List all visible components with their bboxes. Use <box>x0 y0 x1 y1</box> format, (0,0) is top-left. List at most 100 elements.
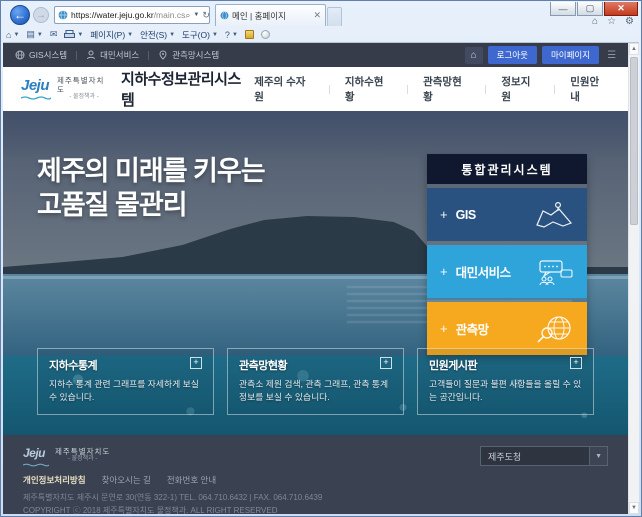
browser-tab-row: ← → https://water.jeju.go.kr/main.cs ⌕ ▼… <box>3 4 639 26</box>
home-button[interactable]: ⌂ <box>465 47 483 64</box>
safety-menu[interactable]: 안전(S) ▼ <box>140 29 175 41</box>
site-logo[interactable]: Jeju 제주특별자치도 - 물정책과 - <box>21 77 111 101</box>
addon-icon[interactable] <box>261 30 270 39</box>
safety-menu-label: 안전(S) <box>140 29 167 41</box>
gis-button-label: GIS <box>456 208 476 222</box>
mypage-button[interactable]: 마이페이지 <box>542 46 599 64</box>
divider <box>554 85 555 94</box>
chevron-down-icon: ▼ <box>77 32 83 38</box>
maximize-button[interactable]: ▢ <box>577 2 603 16</box>
tools-menu-label: 도구(O) <box>182 29 210 41</box>
close-window-button[interactable]: ✕ <box>604 2 638 16</box>
printer-icon <box>64 30 75 39</box>
forward-arrow-icon: → <box>36 10 46 21</box>
page-menu[interactable]: 페이지(P) ▼ <box>90 29 133 41</box>
scrollbar-thumb[interactable] <box>630 57 638 225</box>
site-header: Jeju 제주특별자치도 - 물정책과 - 지하수정보관리시스템 제주의 수자원… <box>3 67 628 111</box>
hero-heading: 제주의 미래를 키우는 고품질 물관리 <box>37 155 265 223</box>
feature-box-groundwater-stats[interactable]: 지하수통계 + 지하수 통계 관련 그래프를 자세하게 보실 수 있습니다. <box>37 348 214 415</box>
page-scrollbar[interactable]: ▲ ▼ <box>628 43 639 514</box>
nav-item-civil-guide[interactable]: 민원안내 <box>568 74 610 104</box>
favorites-star-icon[interactable]: ☆ <box>607 16 616 27</box>
logo-dept-name: - 물정책과 - <box>55 456 110 463</box>
jeju-logo-text: Jeju <box>23 446 45 460</box>
chevron-down-icon: ▼ <box>127 32 133 38</box>
scroll-down-arrow-icon[interactable]: ▼ <box>629 502 639 514</box>
url-host: https://water.jeju.go.kr <box>71 10 154 20</box>
back-button[interactable]: ← <box>10 5 30 25</box>
feeds-menu-button[interactable]: ▤ ▼ <box>26 29 42 40</box>
expand-plus-icon[interactable]: + <box>570 357 582 369</box>
hero-heading-line1: 제주의 미래를 키우는 <box>37 155 265 189</box>
utility-link-observation-network[interactable]: 관측망시스템 <box>158 49 219 61</box>
map-pin-icon <box>158 50 168 60</box>
web-page: GIS시스템 대민서비스 <box>3 43 628 514</box>
browser-viewport: GIS시스템 대민서비스 <box>3 42 639 514</box>
gis-system-button[interactable]: + GIS <box>427 188 587 241</box>
logout-button[interactable]: 로그아웃 <box>488 46 537 64</box>
feature-boxes: 지하수통계 + 지하수 통계 관련 그래프를 자세하게 보실 수 있습니다. 관… <box>37 348 594 415</box>
obs-button-label: 관측망 <box>456 319 489 338</box>
tab-close-icon[interactable]: ✕ <box>313 10 321 21</box>
footer-link-privacy[interactable]: 개인정보처리방침 <box>23 474 86 486</box>
plus-icon: + <box>440 321 448 336</box>
window-controls: — ▢ ✕ <box>549 2 638 16</box>
divider <box>148 51 149 60</box>
home-icon: ⌂ <box>471 50 477 61</box>
address-dropdown-caret-icon[interactable]: ▼ <box>193 12 199 18</box>
expand-plus-icon[interactable]: + <box>380 357 392 369</box>
person-icon <box>86 50 96 60</box>
new-tab-button[interactable] <box>327 7 342 26</box>
nav-item-info-support[interactable]: 정보지원 <box>499 74 541 104</box>
home-menu-button[interactable]: ⌂ ▼ <box>6 30 19 40</box>
home-icon: ⌂ <box>6 30 11 40</box>
help-menu[interactable]: ? ▼ <box>225 30 238 40</box>
read-mail-button[interactable]: ✉ <box>50 29 58 40</box>
footer-copyright: COPYRIGHT ⓒ 2018 제주특별자치도 물정책과. ALL RIGHT… <box>23 505 608 514</box>
browser-window: — ▢ ✕ ← → https://water.jeju.go.kr/main.… <box>0 0 642 517</box>
divider <box>407 85 408 94</box>
plus-icon: + <box>440 207 448 222</box>
footer-link-directions[interactable]: 찾아오시는 길 <box>102 474 151 486</box>
browser-tab[interactable]: 메인 | 홈페이지 ✕ <box>215 4 326 26</box>
print-menu-button[interactable]: ▼ <box>64 30 83 39</box>
scroll-up-arrow-icon[interactable]: ▲ <box>629 43 639 55</box>
chevron-down-icon: ▼ <box>169 32 175 38</box>
feature-description: 고객들이 질문과 불편 사항들을 올릴 수 있는 공간입니다. <box>429 378 582 405</box>
plus-icon: + <box>440 264 448 279</box>
nav-item-observation-status[interactable]: 관측망현황 <box>421 74 472 104</box>
civil-service-button[interactable]: + 대민서비스 <box>427 245 587 298</box>
sitemap-menu-icon[interactable]: ☰ <box>607 50 616 61</box>
page-icon: ▤ <box>26 29 35 40</box>
divider <box>329 85 330 94</box>
jeju-logo-text: Jeju <box>21 77 49 94</box>
browser-command-bar: ⌂ ▼ ▤ ▼ ✉ ▼ 페이지(P) ▼ 안전(S) ▼ 도구(O) ▼ <box>6 28 521 41</box>
nav-item-water-resources[interactable]: 제주의 수자원 <box>252 74 316 104</box>
search-icon[interactable]: ⌕ <box>185 10 190 21</box>
expand-plus-icon[interactable]: + <box>190 357 202 369</box>
back-arrow-icon: ← <box>14 8 26 22</box>
refresh-icon[interactable]: ↻ <box>202 10 210 21</box>
civil-button-label: 대민서비스 <box>456 262 511 281</box>
feature-box-observation-status[interactable]: 관측망현황 + 관측소 제원 검색, 관측 그래프, 관측 통계 정보를 보실 … <box>227 348 404 415</box>
nav-item-groundwater-status[interactable]: 지하수현황 <box>343 74 394 104</box>
forward-button[interactable]: → <box>33 7 49 23</box>
family-site-select[interactable]: 제주도청 ▼ <box>480 446 608 466</box>
utility-link-civil-service[interactable]: 대민서비스 <box>86 49 139 61</box>
site-utility-bar: GIS시스템 대민서비스 <box>3 43 628 67</box>
footer-address: 제주특별자치도 제주시 문연로 30(연동 322-1) TEL. 064.71… <box>23 492 608 503</box>
tools-menu[interactable]: 도구(O) ▼ <box>182 29 218 41</box>
minimize-button[interactable]: — <box>550 2 576 16</box>
footer-link-phone-guide[interactable]: 전화번호 안내 <box>167 474 216 486</box>
scrollbar-track[interactable] <box>629 55 639 502</box>
addon-icon[interactable] <box>245 30 254 39</box>
address-bar[interactable]: https://water.jeju.go.kr/main.cs ⌕ ▼ ↻ <box>54 6 210 24</box>
divider <box>485 85 486 94</box>
chevron-down-icon: ▼ <box>232 32 238 38</box>
tab-title: 메인 | 홈페이지 <box>232 10 286 22</box>
home-icon[interactable]: ⌂ <box>592 16 598 27</box>
utility-link-gis[interactable]: GIS시스템 <box>15 49 67 61</box>
gear-icon[interactable]: ⚙ <box>625 16 634 27</box>
feature-box-civil-board[interactable]: 민원게시판 + 고객들이 질문과 불편 사항들을 올릴 수 있는 공간입니다. <box>417 348 594 415</box>
main-navigation: 제주의 수자원 지하수현황 관측망현황 정보지원 민원안내 <box>252 74 610 104</box>
